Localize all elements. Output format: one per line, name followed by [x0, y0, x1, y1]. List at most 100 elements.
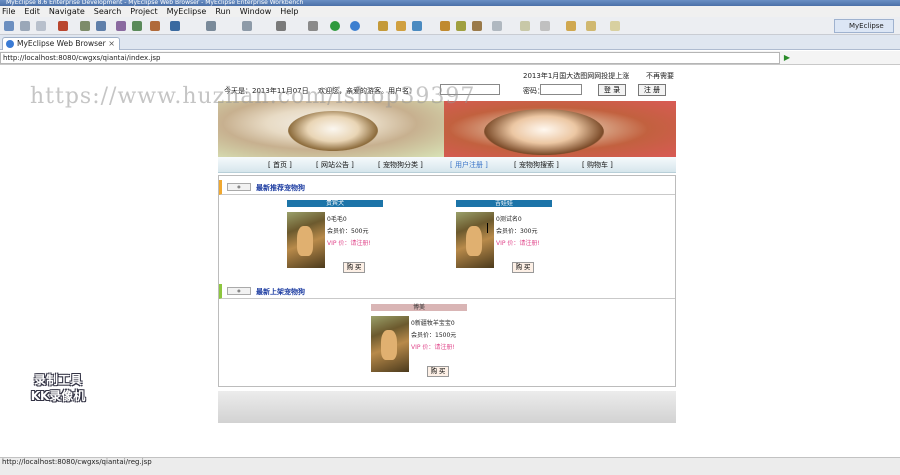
card-category: 吉娃娃	[456, 200, 552, 207]
section-newest: ● 最新上架宠物狗	[219, 284, 675, 299]
nav-search[interactable]: [ 宠物狗搜索 ]	[514, 160, 559, 170]
card-vip-price[interactable]: VIP 价：请注册!	[496, 238, 540, 250]
menu-window[interactable]: Window	[240, 7, 272, 16]
card-name[interactable]: 0测试名0	[496, 214, 540, 226]
url-input[interactable]	[0, 52, 780, 64]
open-task-icon[interactable]	[456, 21, 466, 31]
run-icon[interactable]	[330, 21, 340, 31]
site-banner	[218, 101, 676, 157]
next-annotation-icon[interactable]	[520, 21, 530, 31]
product-card: 贵宾犬 0毛毛0 会员价：500元 VIP 价：请注册! 购 买	[287, 200, 397, 276]
card-info: 0新疆牧羊宝宝0 会员价：1500元 VIP 价：请注册!	[411, 318, 456, 354]
window-icon[interactable]	[242, 21, 252, 31]
perspective-button[interactable]: MyEclipse J...	[834, 19, 894, 42]
db-icon[interactable]	[206, 21, 216, 31]
globe-icon[interactable]	[170, 21, 180, 31]
card-category: 博美	[371, 304, 467, 311]
buy-button[interactable]: 购 买	[427, 366, 449, 377]
watermark: https://www.huzhan.com/ishop39397	[30, 84, 476, 109]
build-icon[interactable]	[80, 21, 90, 31]
menu-run[interactable]: Run	[215, 7, 230, 16]
site-nav: [ 首页 ] [ 网站公告 ] [ 宠物狗分类 ] [ 用户注册 ] [ 宠物狗…	[218, 157, 676, 173]
menu-edit[interactable]: Edit	[24, 7, 40, 16]
content-panel: ● 最新推荐宠物狗 贵宾犬 0毛毛0 会员价：500元 VIP 价：请注册! 购…	[218, 175, 676, 387]
config-icon[interactable]	[276, 21, 286, 31]
section-title-recommended: 最新推荐宠物狗	[256, 184, 305, 192]
card-price: 会员价：500元	[327, 228, 369, 235]
tab-web-browser[interactable]: MyEclipse Web Browser ×	[2, 37, 120, 50]
nav-home[interactable]: [ 首页 ]	[268, 160, 292, 170]
forward-icon[interactable]	[586, 21, 596, 31]
product-card: 博美 0新疆牧羊宝宝0 会员价：1500元 VIP 价：请注册! 购 买	[371, 304, 481, 380]
main-toolbar: MyEclipse J...	[0, 17, 900, 42]
new-package-icon[interactable]	[412, 21, 422, 31]
external-tools-icon[interactable]	[378, 21, 388, 31]
browser-viewport: 2013年1月国大选图网网投提上涨 不再需要 今天是：2013年11月07日 欢…	[0, 65, 900, 457]
search-icon[interactable]	[472, 21, 482, 31]
buy-button[interactable]: 购 买	[343, 262, 365, 273]
menu-navigate[interactable]: Navigate	[49, 7, 85, 16]
card-vip-price[interactable]: VIP 价：请注册!	[411, 342, 456, 354]
back-icon[interactable]	[566, 21, 576, 31]
site-news-ticker: 2013年1月国大选图网网投提上涨	[523, 72, 630, 80]
website: 2013年1月国大选图网网投提上涨 不再需要 今天是：2013年11月07日 欢…	[218, 65, 676, 425]
section-logo: ●	[227, 183, 251, 191]
menu-myeclipse[interactable]: MyEclipse	[167, 7, 207, 16]
annotation-icon[interactable]	[492, 21, 502, 31]
close-icon[interactable]: ×	[108, 38, 115, 50]
register-button[interactable]: 注 册	[638, 84, 666, 96]
package-icon[interactable]	[58, 21, 68, 31]
new-class-icon[interactable]	[396, 21, 406, 31]
site-topline: 2013年1月国大选图网网投提上涨 不再需要	[218, 69, 676, 81]
buy-button[interactable]: 购 买	[512, 262, 534, 273]
dog-photo[interactable]	[287, 212, 325, 268]
dog-photo[interactable]	[371, 316, 409, 372]
card-price: 会员价：1500元	[411, 332, 457, 339]
tab-label: MyEclipse Web Browser	[17, 39, 106, 48]
deploy-icon[interactable]	[96, 21, 106, 31]
go-icon[interactable]: ▶	[784, 53, 790, 62]
status-text: http://localhost:8080/cwgxs/qiantai/reg.…	[2, 458, 152, 466]
editor-tab-row: MyEclipse Web Browser ×	[0, 35, 900, 50]
site-footer	[218, 391, 676, 423]
section-title-newest: 最新上架宠物狗	[256, 288, 305, 296]
nav-register[interactable]: [ 用户注册 ]	[450, 160, 488, 170]
dog-photo[interactable]	[456, 212, 494, 268]
status-bar: http://localhost:8080/cwgxs/qiantai/reg.…	[0, 457, 900, 475]
login-button[interactable]: 登 录	[598, 84, 626, 96]
badge-line2: KK录像机	[30, 389, 86, 403]
recorder-badge: 录制工具 KK录像机	[18, 372, 98, 408]
menu-search[interactable]: Search	[94, 7, 121, 16]
menu-bar: File Edit Navigate Search Project MyEcli…	[0, 6, 900, 17]
stop-icon[interactable]	[150, 21, 160, 31]
section-logo: ●	[227, 287, 251, 295]
gear-icon[interactable]	[308, 21, 318, 31]
last-edit-icon[interactable]	[610, 21, 620, 31]
menu-project[interactable]: Project	[130, 7, 157, 16]
password-input[interactable]	[540, 84, 582, 95]
card-vip-price[interactable]: VIP 价：请注册!	[327, 238, 371, 250]
product-card: 吉娃娃 0测试名0 会员价：300元 VIP 价：请注册! 购 买	[456, 200, 566, 276]
browser-icon[interactable]	[132, 21, 142, 31]
save-icon[interactable]	[20, 21, 30, 31]
server-icon[interactable]	[116, 21, 126, 31]
menu-help[interactable]: Help	[280, 7, 298, 16]
card-info: 0毛毛0 会员价：500元 VIP 价：请注册!	[327, 214, 371, 250]
prev-annotation-icon[interactable]	[540, 21, 550, 31]
card-name[interactable]: 0新疆牧羊宝宝0	[411, 318, 456, 330]
new-icon[interactable]	[4, 21, 14, 31]
nav-cart[interactable]: [ 购物车 ]	[582, 160, 613, 170]
print-icon[interactable]	[36, 21, 46, 31]
menu-file[interactable]: File	[2, 7, 15, 16]
site-marquee: 不再需要	[646, 72, 674, 80]
open-type-icon[interactable]	[440, 21, 450, 31]
nav-announcements[interactable]: [ 网站公告 ]	[316, 160, 354, 170]
card-info: 0测试名0 会员价：300元 VIP 价：请注册!	[496, 214, 540, 250]
banner-dog-right	[444, 101, 676, 157]
nav-categories[interactable]: [ 宠物狗分类 ]	[378, 160, 423, 170]
card-name[interactable]: 0毛毛0	[327, 214, 371, 226]
browser-globe-icon	[6, 40, 14, 48]
section-recommended: ● 最新推荐宠物狗	[219, 180, 675, 195]
debug-icon[interactable]	[350, 21, 360, 31]
mouse-cursor	[487, 223, 493, 233]
